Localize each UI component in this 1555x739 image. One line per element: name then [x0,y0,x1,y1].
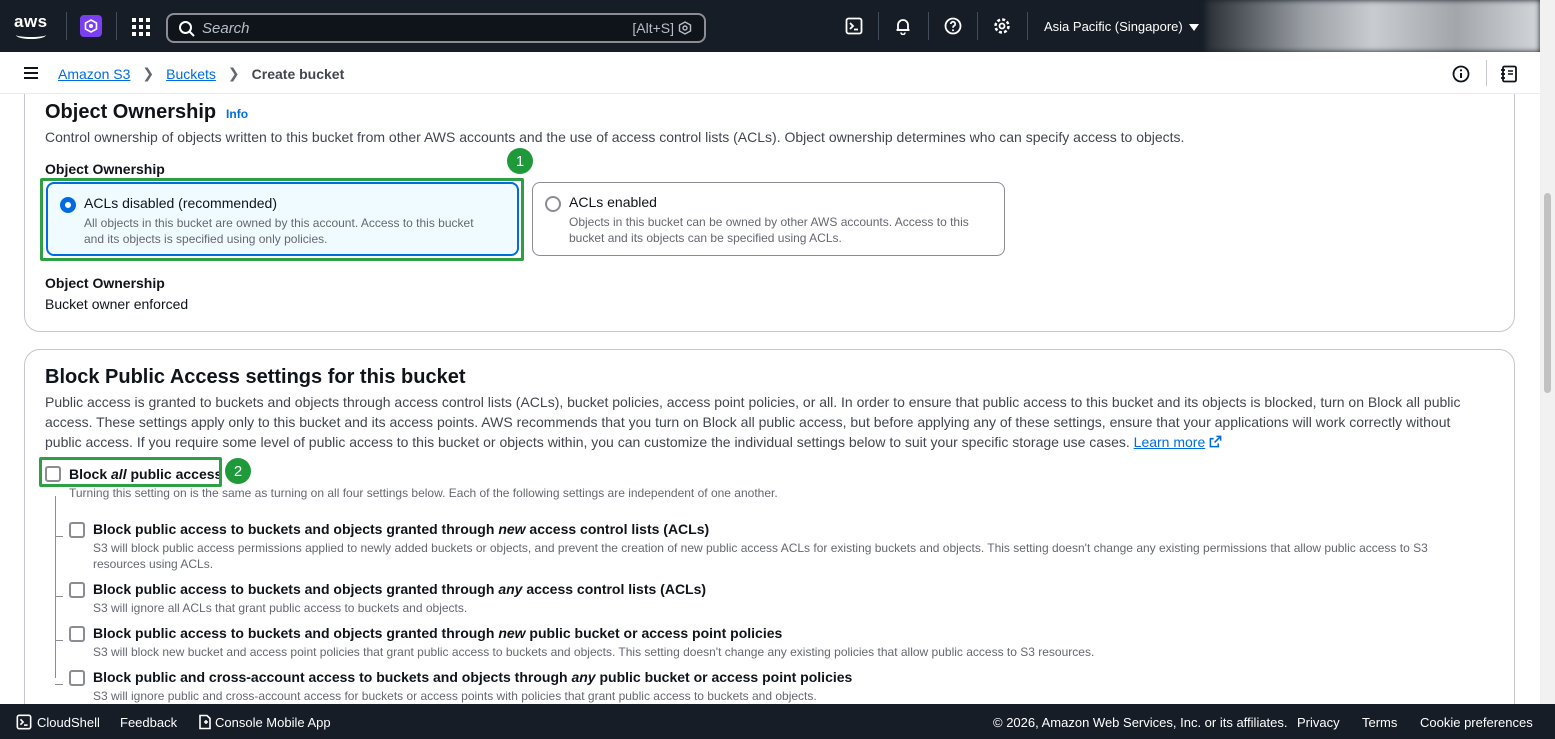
search-input[interactable] [202,19,622,37]
block-new-acls-desc: S3 will block public access permissions … [93,540,1493,572]
tree-branch [55,684,63,685]
block-public-access-description: Public access is granted to buckets and … [45,392,1495,452]
block-any-acls-checkbox[interactable] [69,582,85,598]
caret-down-icon [1188,24,1199,32]
notifications-bell-icon[interactable] [893,16,913,36]
page-scrollbar[interactable] [1540,0,1555,704]
block-any-acls-label[interactable]: Block public access to buckets and objec… [93,581,706,597]
info-link[interactable]: Info [226,107,248,121]
scrollbar-thumb[interactable] [1544,193,1551,393]
opt4-em: any [571,669,596,685]
annotation-badge-2: 2 [225,458,251,484]
learn-more-text: Learn more [1133,434,1206,450]
main-content: Object Ownership Info Control ownership … [0,94,1540,704]
object-ownership-result-label: Object Ownership [45,275,165,291]
aws-logo[interactable]: aws [14,12,52,40]
block-public-access-heading: Block Public Access settings for this bu… [45,366,466,388]
apps-grid-icon[interactable] [132,18,150,36]
block-all-public-access-desc: Turning this setting on is the same as t… [69,486,778,500]
opt3-pre: Block public access to buckets and objec… [93,625,499,641]
block-any-policies-label[interactable]: Block public and cross-account access to… [93,669,852,685]
footer: CloudShell Feedback Console Mobile App ©… [0,704,1555,739]
object-ownership-description: Control ownership of objects written to … [45,129,1185,145]
acls-enabled-title: ACLs enabled [569,194,657,210]
block-public-access-panel: Block Public Access settings for this bu… [24,349,1515,704]
search-shortcut: [Alt+S] [632,20,674,36]
opt2-pre: Block public access to buckets and objec… [93,581,499,597]
cloudshell-icon[interactable] [844,16,864,36]
description-line-3: public access. If you require some level… [45,432,1495,452]
opt1-post: access control lists (ACLs) [525,521,710,537]
search-bar[interactable]: [Alt+S] [166,13,706,43]
chevron-right-icon: ❯ [227,65,240,81]
chevron-right-icon: ❯ [142,65,155,81]
cloudshell-link[interactable]: CloudShell [37,715,100,730]
block-new-policies-checkbox[interactable] [69,626,85,642]
breadcrumb-bar: Amazon S3 ❯ Buckets ❯ Create bucket [0,52,1540,94]
description-line-3-text: public access. If you require some level… [45,434,1130,450]
help-icon[interactable] [943,16,963,36]
learn-more-link[interactable]: Learn more [1134,434,1206,450]
acls-enabled-desc-2: bucket and its objects can be specified … [569,231,842,245]
opt3-post: public bucket or access point policies [525,625,783,641]
top-navigation: aws [Alt+S] Asia Pacific (Singapore) [0,0,1540,52]
service-icon[interactable] [80,15,102,37]
external-link-icon [1209,435,1222,448]
copyright-text: © 2026, Amazon Web Services, Inc. or its… [993,715,1288,730]
shortcut-hex-icon [678,21,692,35]
info-circle-icon[interactable] [1452,65,1470,83]
object-ownership-field-label: Object Ownership [45,161,165,177]
annotation-highlight-2 [39,457,222,487]
description-line-2: access. These settings apply only to thi… [45,414,1451,430]
region-label: Asia Pacific (Singapore) [1044,19,1183,34]
block-any-acls-desc: S3 will ignore all ACLs that grant publi… [93,601,468,615]
block-any-policies-checkbox[interactable] [69,670,85,686]
object-ownership-result-value: Bucket owner enforced [45,296,189,312]
feedback-link[interactable]: Feedback [120,715,177,730]
breadcrumb: Amazon S3 ❯ Buckets ❯ Create bucket [58,65,344,82]
opt1-desc-1: S3 will block public access permissions … [93,541,1428,555]
acls-enabled-option[interactable]: ACLs enabled Objects in this bucket can … [532,182,1005,256]
acls-enabled-desc-1: Objects in this bucket can be owned by o… [569,215,969,229]
opt1-pre: Block public access to buckets and objec… [93,521,499,537]
aws-logo-text: aws [14,12,48,31]
menu-hamburger-icon[interactable] [24,67,38,79]
opt1-desc-2: resources using ACLs. [93,557,214,571]
description-line-1: Public access is granted to buckets and … [45,394,1461,410]
region-selector[interactable]: Asia Pacific (Singapore) [1044,19,1199,34]
opt3-em: new [498,625,526,641]
cloudshell-footer-icon[interactable] [16,714,32,730]
cookie-preferences-link[interactable]: Cookie preferences [1420,715,1533,730]
block-new-policies-desc: S3 will block new bucket and access poin… [93,645,1095,659]
block-any-policies-desc: S3 will ignore public and cross-account … [93,689,817,703]
tree-branch [55,640,63,641]
block-new-acls-label[interactable]: Block public access to buckets and objec… [93,521,709,537]
opt2-em: any [498,581,523,597]
settings-gear-icon[interactable] [992,16,1012,36]
opt4-pre: Block public and cross-account access to… [93,669,572,685]
redacted-account-area [1206,0,1540,52]
tree-connector [55,496,56,678]
tree-branch [55,536,63,537]
privacy-link[interactable]: Privacy [1297,715,1340,730]
mobile-app-icon[interactable] [198,714,212,730]
notes-panel-icon[interactable] [1500,65,1518,83]
opt1-em: new [498,521,526,537]
object-ownership-heading: Object Ownership [45,101,217,123]
opt2-post: access control lists (ACLs) [522,581,707,597]
annotation-highlight-1 [40,178,524,261]
console-mobile-app-link[interactable]: Console Mobile App [215,715,331,730]
breadcrumb-amazon-s3[interactable]: Amazon S3 [58,66,130,82]
breadcrumb-current: Create bucket [251,65,345,82]
terms-link[interactable]: Terms [1362,715,1397,730]
breadcrumb-buckets[interactable]: Buckets [166,66,216,82]
acls-enabled-radio[interactable] [545,196,561,212]
tree-branch [55,596,63,597]
block-new-policies-label[interactable]: Block public access to buckets and objec… [93,625,782,641]
annotation-badge-1: 1 [507,148,533,174]
search-icon [179,21,195,37]
block-new-acls-checkbox[interactable] [69,522,85,538]
opt4-post: public bucket or access point policies [595,669,853,685]
